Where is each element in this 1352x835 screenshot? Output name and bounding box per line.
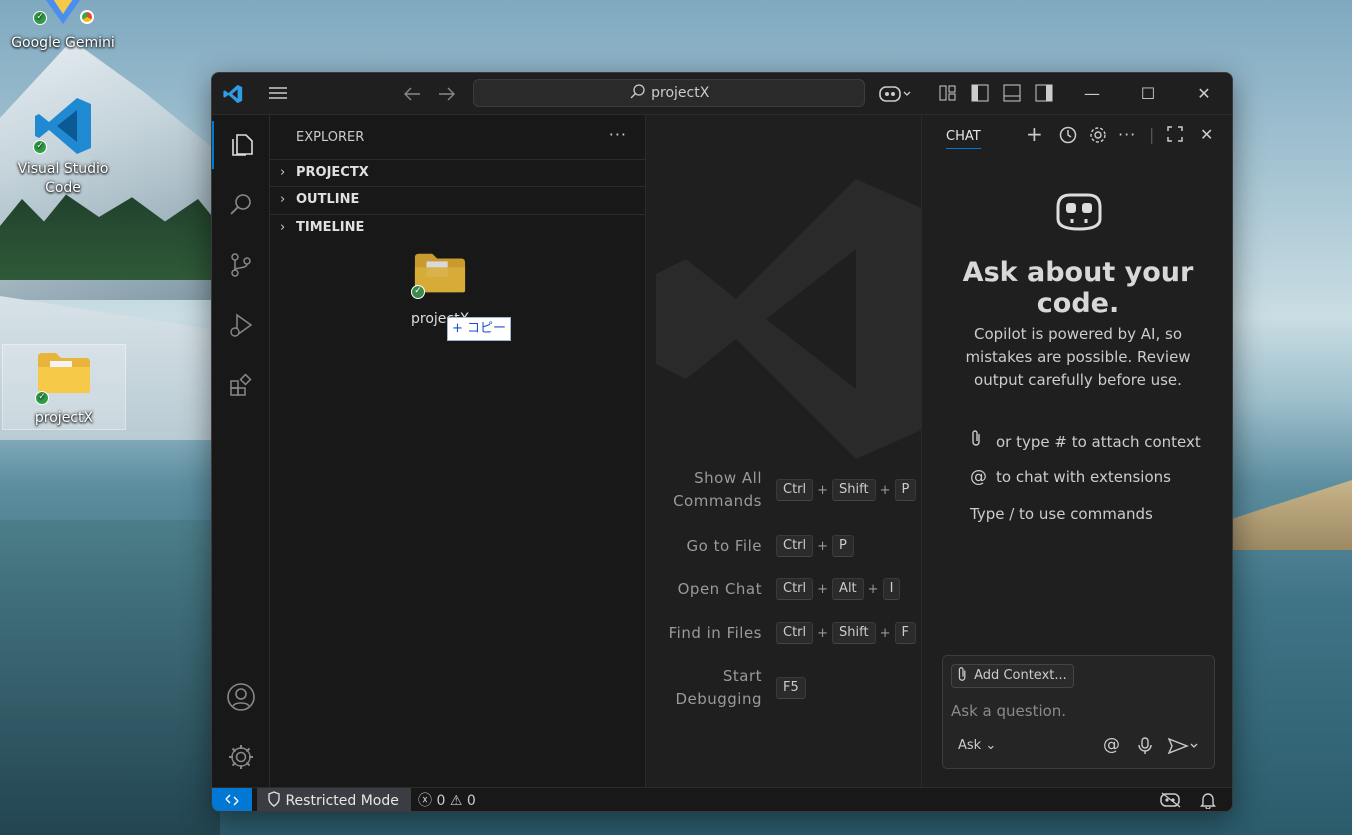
chat-input-box[interactable]: Add Context... Ask a question. Ask ⌄ @ (942, 655, 1215, 769)
sync-check-icon: ✓ (33, 11, 47, 25)
search-icon (629, 84, 651, 101)
key-cap: F5 (776, 677, 806, 699)
tab-chat[interactable]: CHAT (946, 129, 981, 149)
sidebar-title: EXPLORER (296, 130, 365, 145)
new-chat-icon[interactable]: + (1026, 122, 1043, 146)
minimize-button[interactable]: — (1064, 73, 1120, 115)
section-projectx[interactable]: › PROJECTX (270, 159, 646, 186)
hint-attach-context: or type # to attach context (970, 429, 1201, 451)
restricted-mode-badge[interactable]: Restricted Mode (257, 788, 411, 811)
desktop-icon-label: Visual Studio Code (17, 161, 109, 196)
key-cap: P (894, 479, 917, 501)
chat-disclaimer: Copilot is powered by AI, so mistakes ar… (965, 325, 1191, 389)
key-cap: Ctrl (776, 622, 814, 644)
activity-bar (212, 115, 270, 787)
chat-more-icon[interactable]: ··· (1118, 125, 1136, 144)
key-cap: Shift (832, 622, 876, 644)
back-arrow-icon[interactable] (402, 83, 424, 110)
desktop-icon-label: Google Gemini (11, 35, 115, 51)
explorer-sidebar: EXPLORER ··· › PROJECTX › OUTLINE › TIMELIN… (270, 115, 646, 787)
copy-drag-tooltip: + コピー (447, 317, 511, 341)
key-cap: Ctrl (776, 578, 814, 600)
error-icon: ⓧ (418, 793, 432, 809)
chat-panel: CHAT + ··· | ✕ Ask about your code. Copi… (922, 115, 1232, 787)
customize-layout-icon[interactable] (938, 83, 958, 108)
run-debug-icon[interactable] (212, 301, 270, 349)
key-cap: I (882, 578, 901, 600)
notifications-bell-icon[interactable] (1200, 791, 1216, 811)
chevron-right-icon: › (280, 165, 286, 180)
menu-icon[interactable] (267, 82, 289, 109)
chevron-right-icon: › (280, 192, 286, 207)
history-icon[interactable] (1058, 125, 1078, 149)
close-button[interactable]: ✕ (1176, 73, 1232, 115)
send-icon[interactable] (1167, 736, 1201, 760)
explorer-icon[interactable] (212, 121, 270, 169)
chat-mode-select[interactable]: Ask ⌄ (958, 738, 996, 753)
chat-settings-icon[interactable] (1088, 125, 1108, 149)
folder-icon (38, 353, 90, 393)
copilot-icon[interactable] (879, 83, 913, 110)
title-bar: projectX — ☐ ✕ (212, 73, 1232, 115)
toolbar-divider: | (1149, 125, 1155, 144)
chevron-right-icon: › (280, 220, 286, 235)
desktop-icon-gemini[interactable]: ✓ Google Gemini (8, 0, 118, 54)
editor-area: Show All Commands Ctrl + Shift + P Go to F… (646, 115, 922, 787)
desktop-icon-label: projectX (34, 410, 94, 426)
at-icon: @ (970, 467, 987, 487)
section-timeline[interactable]: › TIMELINE (270, 214, 646, 241)
wallpaper-reeds (1222, 480, 1352, 550)
problems-indicator[interactable]: ⓧ 0 ⚠ 0 (418, 788, 476, 811)
source-control-icon[interactable] (212, 241, 270, 289)
chevron-down-icon: ⌄ (985, 738, 997, 753)
maximize-chat-icon[interactable] (1166, 125, 1184, 147)
close-chat-icon[interactable]: ✕ (1200, 125, 1213, 144)
vscode-window: projectX — ☐ ✕ EXPLORER ··· › PROJECTX ›… (211, 72, 1233, 812)
search-text: projectX (651, 85, 710, 101)
hint-commands: Type / to use commands (970, 505, 1153, 523)
paperclip-icon (956, 667, 974, 683)
vscode-logo-icon (222, 83, 244, 110)
sync-check-icon: ✓ (33, 140, 47, 154)
at-mention-icon[interactable]: @ (1103, 735, 1120, 755)
accounts-icon[interactable] (212, 673, 270, 721)
toggle-primary-sidebar-icon[interactable] (970, 83, 990, 108)
key-cap: F (894, 622, 916, 644)
forward-arrow-icon[interactable] (435, 83, 457, 110)
settings-gear-icon[interactable] (212, 733, 270, 781)
key-cap: P (832, 535, 854, 557)
warning-icon: ⚠ (449, 793, 463, 809)
sync-check-icon: ✓ (411, 285, 425, 299)
dragged-folder-icon: ✓ (411, 251, 469, 299)
search-activity-icon[interactable] (212, 181, 270, 229)
command-center-search[interactable]: projectX (473, 79, 865, 107)
add-context-button[interactable]: Add Context... (951, 664, 1074, 688)
vscode-watermark-icon (656, 179, 921, 459)
sync-check-icon: ✓ (35, 391, 49, 405)
maximize-button[interactable]: ☐ (1120, 73, 1176, 115)
desktop-icon-vscode[interactable]: ✓ Visual Studio Code (8, 92, 118, 202)
more-actions-icon[interactable]: ··· (609, 125, 627, 144)
copilot-logo-icon (1052, 191, 1106, 237)
wallpaper-reflection (0, 520, 220, 835)
chat-heading: Ask about your code. (962, 257, 1194, 319)
copilot-status-icon[interactable] (1160, 791, 1182, 811)
status-bar: Restricted Mode ⓧ 0 ⚠ 0 (212, 787, 1232, 811)
extensions-icon[interactable] (212, 361, 270, 409)
key-cap: Ctrl (776, 535, 814, 557)
toggle-panel-icon[interactable] (1002, 83, 1022, 108)
key-cap: Shift (832, 479, 876, 501)
chat-input-field[interactable]: Ask a question. (951, 702, 1066, 720)
hint-extensions: @ to chat with extensions (970, 467, 1171, 487)
key-cap: Alt (832, 578, 864, 600)
remote-indicator-icon[interactable] (212, 788, 252, 811)
section-outline[interactable]: › OUTLINE (270, 186, 646, 213)
paperclip-icon (970, 429, 996, 451)
shield-icon (267, 791, 285, 809)
microphone-icon[interactable] (1137, 736, 1153, 760)
desktop-icon-projectx[interactable]: ✓ projectX (2, 344, 126, 430)
chrome-icon (80, 10, 94, 24)
toggle-secondary-sidebar-icon[interactable] (1034, 83, 1054, 108)
key-cap: Ctrl (776, 479, 814, 501)
